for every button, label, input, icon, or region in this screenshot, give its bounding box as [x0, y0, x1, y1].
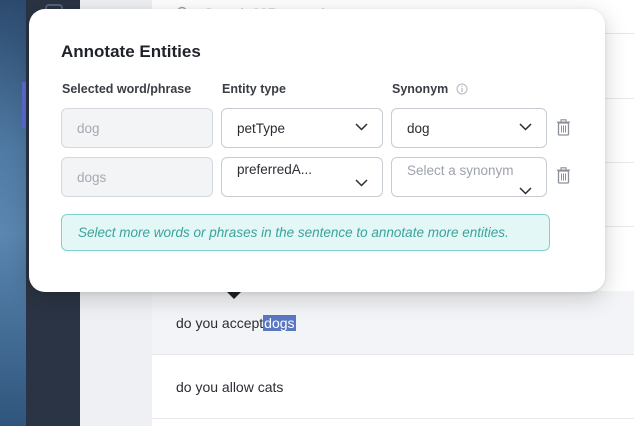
chevron-down-icon — [519, 123, 532, 131]
synonym-header-label: Synonym — [392, 82, 449, 96]
synonym-select[interactable]: Select a synonym — [391, 157, 547, 197]
annotate-entities-dialog: Annotate Entities Selected word/phrase E… — [29, 9, 605, 292]
background-wallpaper — [0, 0, 26, 426]
column-header-word: Selected word/phrase — [62, 82, 192, 96]
column-header-entity: Entity type — [222, 82, 286, 96]
selected-phrase-value: dogs — [77, 170, 107, 185]
selected-phrase-field: dog — [61, 108, 213, 148]
annotation-hint: Select more words or phrases in the sent… — [61, 214, 550, 251]
column-header-synonym: Synonym — [392, 82, 468, 96]
entity-type-select[interactable]: preferredA... — [221, 157, 383, 197]
delete-row-icon[interactable] — [556, 167, 571, 184]
chevron-down-icon — [519, 187, 532, 195]
synonym-select[interactable]: dog — [391, 108, 547, 148]
example-row[interactable]: do you accept dogs — [152, 291, 634, 355]
synonym-placeholder: Select a synonym — [407, 163, 514, 178]
delete-row-icon[interactable] — [556, 119, 571, 136]
dialog-title: Annotate Entities — [61, 42, 201, 61]
selected-phrase-field: dogs — [61, 157, 213, 197]
entity-type-value: preferredA... — [237, 162, 313, 177]
info-icon[interactable] — [456, 83, 468, 95]
popover-caret — [226, 291, 242, 299]
chevron-down-icon — [355, 123, 368, 131]
entity-type-value: petType — [237, 121, 286, 136]
selected-phrase-value: dog — [77, 121, 100, 136]
selected-phrase[interactable]: dogs — [263, 314, 296, 331]
example-text: do you accept — [176, 314, 264, 331]
synonym-value: dog — [407, 121, 430, 136]
example-text: do you allow cats — [176, 378, 284, 395]
entity-type-select[interactable]: petType — [221, 108, 383, 148]
example-row[interactable]: do you allow cats — [152, 355, 634, 419]
chevron-down-icon — [355, 179, 368, 187]
